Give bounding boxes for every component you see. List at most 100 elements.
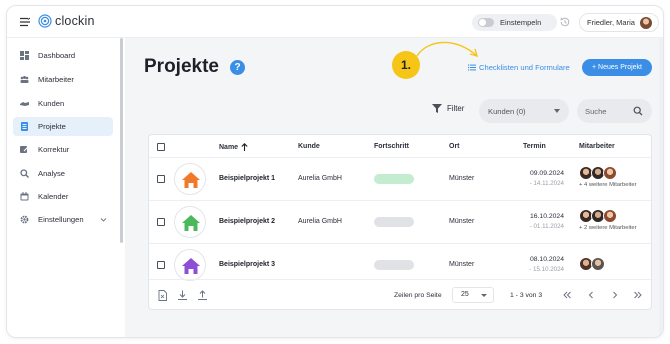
column-header-date[interactable]: Termin [523, 143, 546, 150]
project-thumbnail [174, 206, 206, 238]
column-header-staff[interactable]: Mitarbeiter [579, 143, 615, 150]
sidebar-item-customers[interactable]: Kunden [13, 94, 113, 113]
projects-icon [21, 122, 28, 131]
more-staff-label[interactable]: + 4 weitere Mitarbeiter [579, 182, 637, 188]
main-scrollbar[interactable] [659, 38, 663, 337]
staff-avatars[interactable] [579, 209, 617, 223]
list-icon [468, 64, 476, 71]
sidebar-item-label: Mitarbeiter [38, 75, 74, 84]
progress-bar [374, 260, 414, 270]
logo[interactable]: clockin [38, 14, 95, 28]
dashboard-icon [20, 51, 29, 60]
date-start: 08.10.2024 [529, 256, 564, 263]
sidebar: Dashboard Mitarbeiter Kunden Projekte Ko… [7, 38, 121, 337]
main-content: Projekte ? 1. Checklisten und Formulare … [125, 38, 663, 337]
caret-down-icon [554, 109, 560, 113]
filter-icon [432, 104, 442, 113]
page-info: 1 - 3 von 3 [510, 292, 543, 299]
sidebar-item-correction[interactable]: Korrektur [13, 140, 113, 159]
chevron-down-icon[interactable] [100, 216, 107, 223]
date-end: - 01.11.2024 [529, 223, 564, 230]
customers-icon [20, 102, 29, 106]
row-checkbox[interactable] [157, 175, 165, 183]
avatar [603, 166, 617, 180]
search-icon [633, 106, 643, 116]
new-project-button[interactable]: + Neues Projekt [582, 59, 652, 76]
rows-per-page-select[interactable]: 25 [452, 287, 494, 303]
clock-in-toggle[interactable]: Einstempeln [472, 14, 557, 31]
date-end: - 14.11.2024 [529, 180, 564, 187]
sidebar-item-label: Einstellungen [38, 215, 84, 224]
sidebar-scrollbar[interactable] [120, 38, 123, 243]
sidebar-item-label: Dashboard [38, 51, 76, 60]
project-name[interactable]: Beispielprojekt 2 [219, 218, 275, 225]
house-icon [182, 258, 200, 274]
sidebar-item-label: Projekte [38, 122, 66, 131]
sidebar-item-analysis[interactable]: Analyse [13, 164, 113, 183]
export-file-icon[interactable] [157, 290, 168, 301]
project-name[interactable]: Beispielprojekt 3 [219, 261, 275, 268]
top-bar: clockin Einstempeln Friedler, Maria [7, 6, 663, 38]
upload-icon[interactable] [197, 290, 208, 301]
rows-per-page-label: Zeilen pro Seite [394, 292, 442, 299]
avatar [603, 209, 617, 223]
caret-down-icon [481, 294, 487, 297]
select-all-checkbox[interactable] [157, 143, 165, 151]
history-icon[interactable] [559, 16, 571, 28]
toggle-switch[interactable] [478, 18, 494, 27]
more-staff-label[interactable]: + 2 weitere Mitarbeiter [579, 225, 637, 231]
sidebar-item-label: Korrektur [38, 145, 70, 154]
page-title: Projekte [144, 56, 219, 77]
customer-select-value: Kunden (0) [488, 106, 526, 116]
table-footer: Zeilen pro Seite 25 1 - 3 von 3 [149, 279, 651, 310]
progress-fill [374, 174, 414, 184]
sort-arrow-up-icon [241, 143, 248, 151]
first-page-icon[interactable] [561, 289, 573, 301]
project-customer: Aurelia GmbH [298, 218, 342, 225]
user-avatar [638, 15, 653, 30]
sidebar-item-settings[interactable]: Einstellungen [13, 210, 113, 229]
row-checkbox[interactable] [157, 218, 165, 226]
sidebar-item-projects[interactable]: Projekte [13, 117, 113, 136]
filter-button[interactable]: Filter [432, 104, 464, 113]
table-row[interactable]: Beispielprojekt 2 Aurelia GmbH Münster 1… [149, 200, 651, 243]
correction-icon [20, 146, 29, 153]
column-header-customer[interactable]: Kunde [298, 143, 320, 150]
rows-per-page-value: 25 [461, 291, 469, 298]
download-icon[interactable] [177, 290, 188, 301]
search-placeholder: Suche [585, 106, 607, 116]
staff-avatars[interactable] [579, 257, 605, 271]
date-start: 09.09.2024 [529, 170, 564, 177]
calendar-icon [20, 192, 29, 201]
column-header-name[interactable]: Name [219, 143, 248, 151]
menu-collapse-icon[interactable] [19, 16, 31, 28]
project-name[interactable]: Beispielprojekt 1 [219, 175, 275, 182]
staff-avatars[interactable] [579, 166, 617, 180]
sidebar-item-dashboard[interactable]: Dashboard [13, 46, 113, 65]
column-header-progress[interactable]: Fortschritt [374, 143, 409, 150]
previous-page-icon[interactable] [585, 289, 597, 301]
sidebar-item-calendar[interactable]: Kalender [13, 187, 113, 206]
checklists-link[interactable]: Checklisten und Formulare [468, 63, 570, 72]
project-location: Münster [449, 175, 475, 182]
last-page-icon[interactable] [632, 289, 644, 301]
date-start: 16.10.2024 [529, 213, 564, 220]
table-row[interactable]: Beispielprojekt 1 Aurelia GmbH Münster 0… [149, 157, 651, 200]
projects-table: Name Kunde Fortschritt Ort Termin Mitarb… [148, 134, 652, 310]
step-badge: 1. [392, 51, 420, 79]
customer-select[interactable]: Kunden (0) [479, 99, 569, 123]
column-header-location[interactable]: Ort [449, 143, 460, 150]
sidebar-item-employees[interactable]: Mitarbeiter [13, 70, 113, 89]
next-page-icon[interactable] [609, 289, 621, 301]
progress-bar [374, 174, 414, 184]
user-menu[interactable]: Friedler, Maria [579, 13, 659, 32]
row-checkbox[interactable] [157, 261, 165, 269]
search-input[interactable]: Suche [577, 99, 652, 123]
app-window: clockin Einstempeln Friedler, Maria Dash… [6, 5, 664, 338]
checklists-link-label: Checklisten und Formulare [479, 63, 570, 72]
progress-bar [374, 217, 414, 227]
sidebar-item-label: Kunden [38, 99, 65, 108]
clock-in-label: Einstempeln [500, 18, 542, 27]
help-icon[interactable]: ? [230, 60, 245, 75]
avatar [591, 257, 605, 271]
